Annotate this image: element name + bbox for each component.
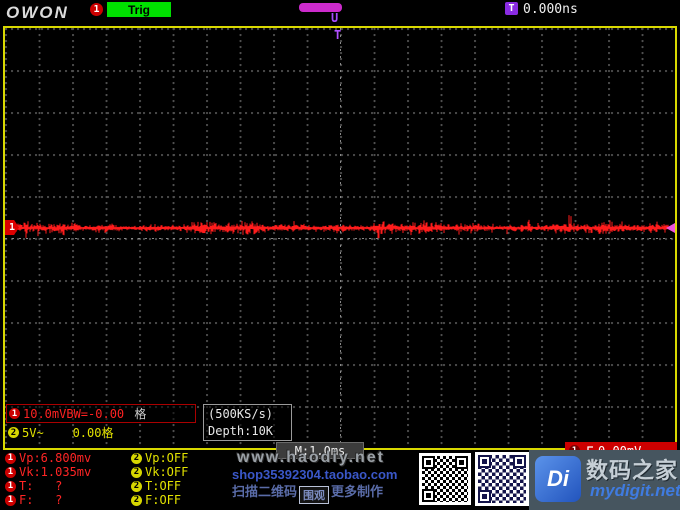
qr-finder: [478, 455, 491, 468]
channel1-scale-readout: 1 10.0mVBW=-0.00 格: [6, 404, 196, 423]
qr-modules: [478, 455, 526, 503]
ch1-vp-measurement: 1 Vp:6.800mv: [5, 451, 91, 465]
horizontal-offset-value: 0.000ns: [523, 2, 578, 17]
watermark-stamp-badge: 围观: [299, 486, 329, 504]
measurement-text: Vp:OFF: [145, 451, 188, 465]
measurement-text: T: ?: [19, 479, 62, 493]
channel2-badge: 2: [131, 453, 142, 464]
qr-finder: [513, 455, 526, 468]
measurement-text: F: ?: [19, 493, 62, 507]
mydigit-site-url: mydigit.net: [590, 481, 680, 501]
channel1-scale-text: 10.0mVBW=-0.00: [23, 407, 124, 421]
trigger-level-arrow-icon: [666, 223, 675, 233]
measurement-text: Vk:OFF: [145, 465, 188, 479]
channel2-scale-readout: 2 5V~ 0.00格: [6, 424, 113, 441]
qr-finder: [422, 456, 435, 469]
channel1-badge: 1: [5, 481, 16, 492]
acquisition-readout: (500KS/s) Depth:10K: [203, 404, 292, 441]
measurement-text: Vp:6.800mv: [19, 451, 91, 465]
owon-logo: OWON: [6, 3, 69, 23]
mydigit-branding-panel: Di 数码之家 mydigit.net: [529, 450, 680, 510]
qr-finder: [478, 490, 491, 503]
qr-finder: [422, 489, 435, 502]
watermark-scan-right: 更多制作: [331, 481, 383, 500]
watermark-scan-left: 扫描二维码: [232, 481, 297, 500]
channel2-badge: 2: [131, 467, 142, 478]
measurement-text: Vk:1.035mv: [19, 465, 91, 479]
channel2-badge: 2: [131, 481, 142, 492]
ch2-frequency-measurement: 2 F:OFF: [131, 493, 181, 507]
trigger-time-marker: T: [334, 28, 341, 42]
graticule-area: T 1: [3, 26, 677, 450]
memory-window-pointer: U: [331, 11, 338, 25]
waveform-svg: [5, 28, 675, 448]
ch2-period-measurement: 2 T:OFF: [131, 479, 181, 493]
watermark-scan-line: 扫描二维码 围观 更多制作: [232, 481, 383, 504]
channel1-badge: 1: [9, 408, 20, 419]
mydigit-logo-icon: Di: [535, 456, 581, 502]
channel2-badge: 2: [8, 427, 19, 438]
watermark-haodiy: www.haodiy.net: [237, 449, 385, 467]
qr-modules: [422, 456, 468, 502]
trig-status-indicator: Trig: [107, 2, 171, 17]
ch2-vp-measurement: 2 Vp:OFF: [131, 451, 188, 465]
channel1-badge: 1: [5, 495, 16, 506]
qr-finder: [455, 456, 468, 469]
channel2-scale-text: 5V~ 0.00格: [22, 424, 113, 441]
ch1-period-measurement: 1 T: ?: [5, 479, 62, 493]
qr-code-1: [419, 453, 471, 505]
sample-rate-text: (500KS/s): [208, 406, 287, 423]
measurement-text: F:OFF: [145, 493, 181, 507]
ch1-vk-measurement: 1 Vk:1.035mv: [5, 465, 91, 479]
channel1-badge: 1: [5, 467, 16, 478]
record-depth-text: Depth:10K: [208, 423, 287, 440]
oscilloscope-screen: OWON 1 Trig U T 0.000ns T 1 1 10.0mVBW=-…: [0, 0, 680, 510]
qr-code-2: [475, 452, 529, 506]
channel1-scale-unit: 格: [127, 405, 146, 422]
ch1-frequency-measurement: 1 F: ?: [5, 493, 62, 507]
channel2-badge: 2: [131, 495, 142, 506]
watermark-taobao: shop35392304.taobao.com: [232, 467, 397, 482]
trigger-source-badge: 1: [90, 3, 103, 16]
horizontal-offset-badge: T: [505, 2, 518, 15]
ch2-vk-measurement: 2 Vk:OFF: [131, 465, 188, 479]
channel1-badge: 1: [5, 453, 16, 464]
measurement-text: T:OFF: [145, 479, 181, 493]
